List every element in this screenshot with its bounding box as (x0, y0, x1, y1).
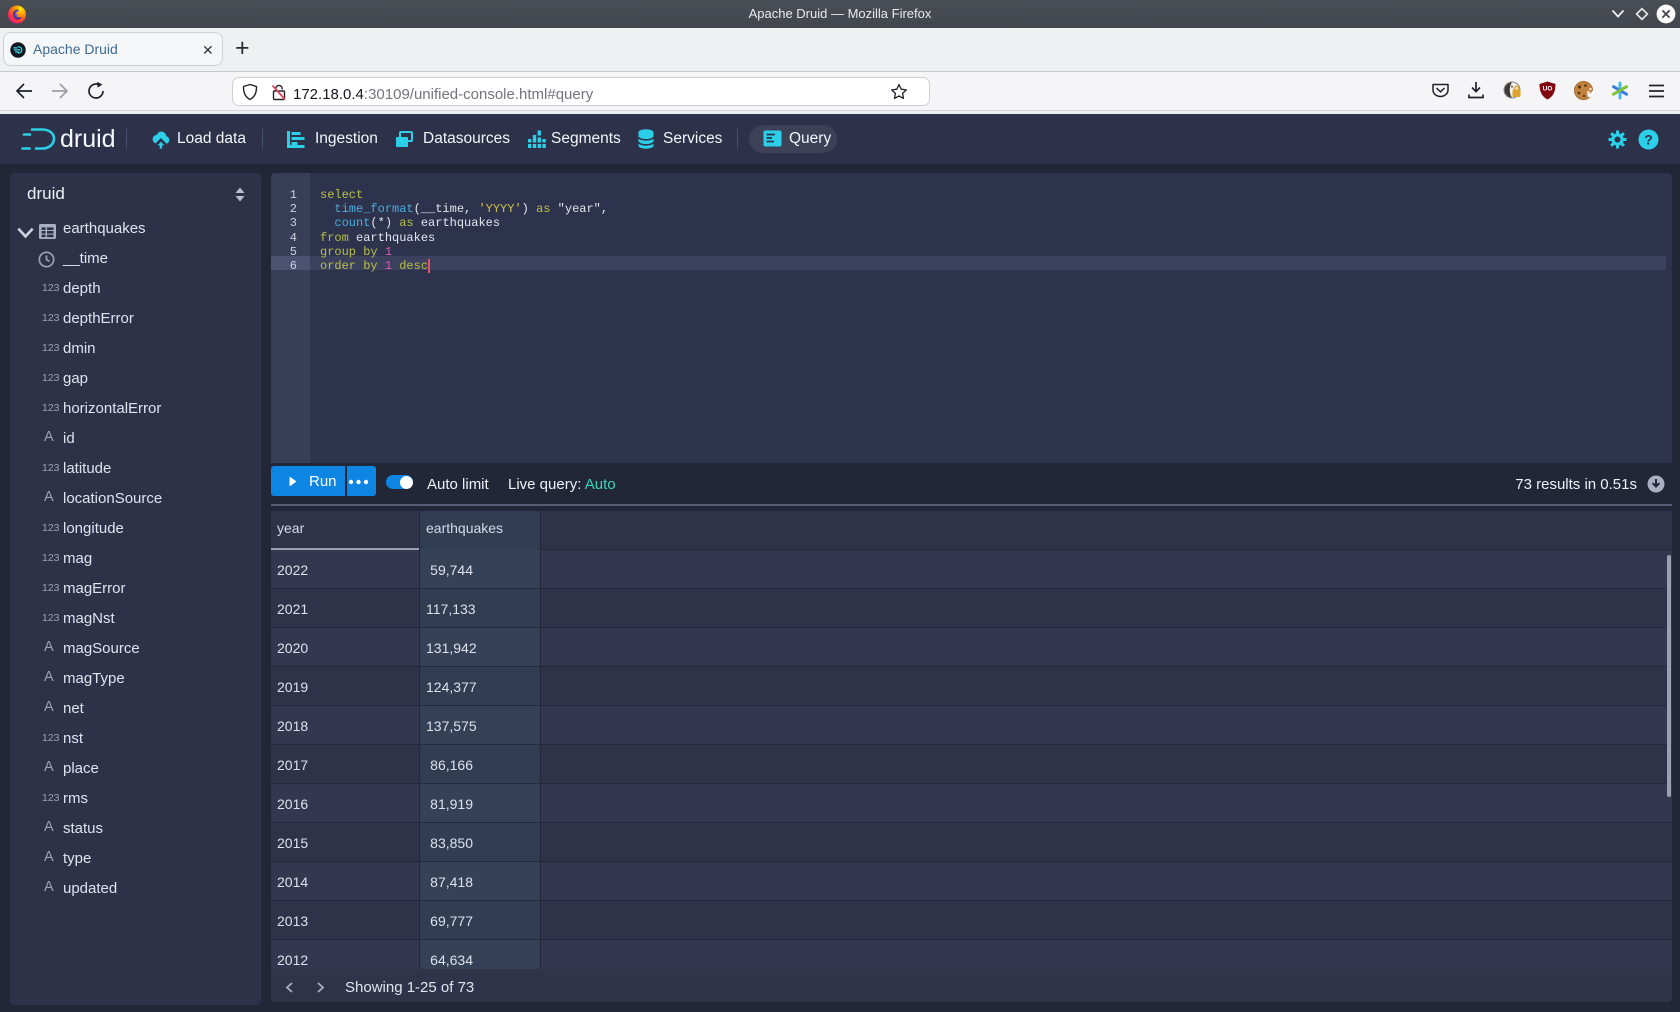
svg-text:UO: UO (1543, 86, 1553, 93)
svg-text:?: ? (1644, 132, 1653, 148)
